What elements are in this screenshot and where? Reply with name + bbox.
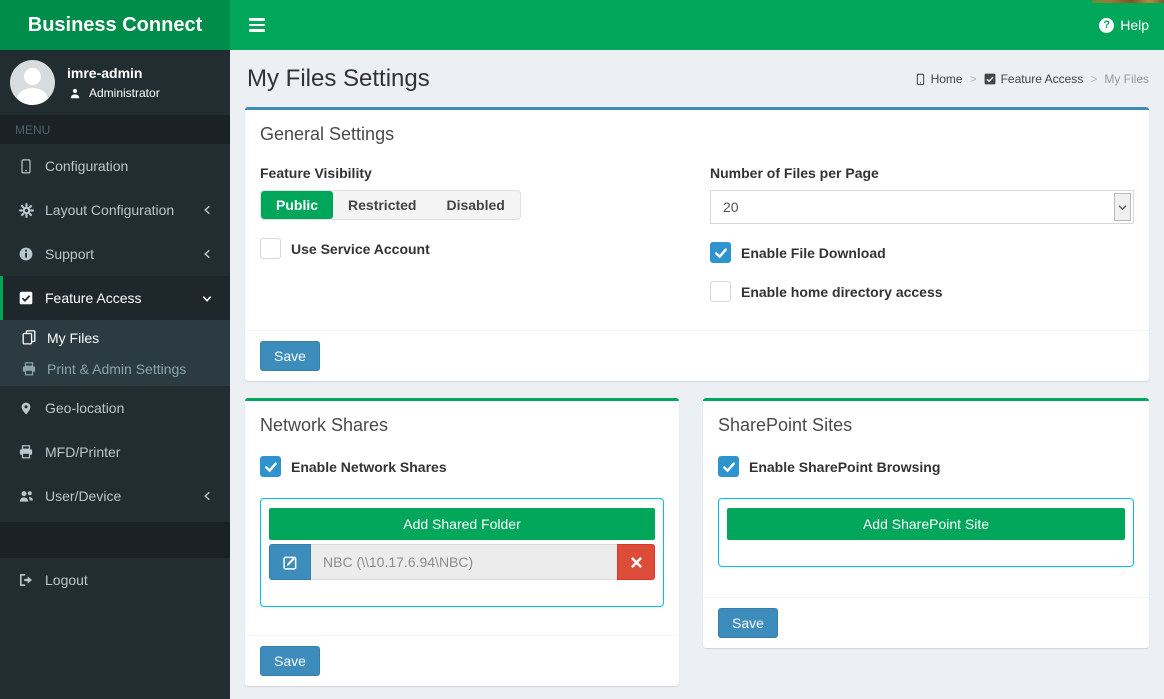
person-icon — [70, 88, 80, 99]
network-shares-title: Network Shares — [260, 415, 389, 435]
navbar: Help — [230, 0, 1164, 50]
files-per-page-select[interactable]: 20 — [710, 190, 1134, 224]
enable-network-shares-checkbox[interactable] — [260, 456, 281, 477]
breadcrumb-feature-access[interactable]: Feature Access — [984, 72, 1083, 86]
visibility-public-button[interactable]: Public — [261, 191, 334, 219]
top-navbar: Business Connect Help — [0, 0, 1164, 50]
shared-folder-row: NBC (\\10.17.6.94\NBC) — [269, 544, 655, 580]
check-icon — [264, 461, 277, 472]
sidebar-item-geo-location[interactable]: Geo-location — [0, 386, 230, 430]
enable-sharepoint-browsing-checkbox[interactable] — [718, 456, 739, 477]
files-per-page-value: 20 — [723, 199, 739, 215]
map-marker-icon — [18, 401, 34, 416]
page-title: My Files Settings — [247, 65, 430, 92]
sidebar-subitem-print-admin-settings[interactable]: Print & Admin Settings — [0, 353, 230, 384]
add-shared-folder-button[interactable]: Add Shared Folder — [269, 508, 655, 540]
user-role: Administrator — [67, 86, 160, 100]
enable-network-shares-label: Enable Network Shares — [291, 458, 447, 475]
delete-share-button[interactable] — [617, 544, 655, 580]
visibility-disabled-button[interactable]: Disabled — [431, 191, 519, 219]
desktop-wallpaper-sliver — [1092, 0, 1164, 3]
enable-file-download-label: Enable File Download — [741, 244, 886, 261]
x-icon — [630, 556, 642, 568]
user-name: imre-admin — [67, 64, 143, 81]
feature-visibility-button-group: Public Restricted Disabled — [260, 190, 521, 220]
shared-folders-box: Add Shared Folder NBC (\\10.17.6.94\NBC) — [260, 498, 664, 607]
gear-icon — [18, 202, 34, 218]
sharepoint-sites-box: Add SharePoint Site — [718, 498, 1134, 567]
sidebar-item-support[interactable]: Support — [0, 232, 230, 276]
breadcrumb-current: My Files — [1104, 72, 1149, 86]
edit-share-button[interactable] — [269, 544, 311, 580]
help-link[interactable]: Help — [1099, 17, 1149, 33]
check-square-icon — [18, 291, 34, 305]
sidebar-item-configuration[interactable]: Configuration — [0, 144, 230, 188]
enable-home-directory-checkbox[interactable] — [710, 281, 731, 302]
sidebar: imre-admin Administrator MENU Configurat… — [0, 50, 230, 699]
chevron-left-icon — [199, 204, 215, 216]
add-sharepoint-site-button[interactable]: Add SharePoint Site — [727, 508, 1125, 540]
help-label: Help — [1120, 17, 1149, 33]
enable-sharepoint-browsing-label: Enable SharePoint Browsing — [749, 458, 941, 475]
feature-visibility-label: Feature Visibility — [260, 165, 372, 181]
check-square-icon — [984, 73, 995, 85]
user-role-label: Administrator — [89, 86, 160, 101]
sign-out-icon — [18, 573, 34, 587]
sidebar-item-layout-configuration[interactable]: Layout Configuration — [0, 188, 230, 232]
use-service-account-checkbox[interactable] — [260, 238, 281, 259]
chevron-down-icon — [199, 293, 215, 304]
sidebar-item-logout[interactable]: Logout — [0, 558, 230, 602]
chevron-left-icon — [199, 248, 215, 260]
network-shares-save-button[interactable]: Save — [260, 646, 320, 676]
tablet-icon — [916, 73, 924, 85]
general-settings-save-button[interactable]: Save — [260, 341, 320, 371]
menu-header: MENU — [0, 115, 230, 144]
content-area: My Files Settings Home Feature Access My… — [230, 50, 1164, 699]
sharepoint-sites-title: SharePoint Sites — [718, 415, 853, 435]
sharepoint-sites-panel: SharePoint Sites Enable SharePoint Brows… — [703, 398, 1149, 648]
chevron-left-icon — [199, 490, 215, 502]
sharepoint-sites-save-button[interactable]: Save — [718, 608, 778, 638]
files-icon — [21, 330, 37, 345]
breadcrumb: Home Feature Access My Files — [915, 72, 1149, 86]
user-panel: imre-admin Administrator — [0, 50, 230, 115]
check-icon — [722, 461, 735, 472]
user-avatar — [10, 60, 55, 105]
select-chevron-icon — [1114, 193, 1131, 221]
visibility-restricted-button[interactable]: Restricted — [333, 191, 431, 219]
breadcrumb-separator — [1090, 72, 1097, 86]
feature-access-submenu: My Files Print & Admin Settings — [0, 320, 230, 386]
share-name-field[interactable]: NBC (\\10.17.6.94\NBC) — [311, 544, 617, 580]
network-shares-panel: Network Shares Enable Network Shares Add… — [245, 398, 679, 686]
use-service-account-label: Use Service Account — [291, 240, 430, 257]
sidebar-item-user-device[interactable]: User/Device — [0, 474, 230, 518]
enable-home-directory-label: Enable home directory access — [741, 283, 943, 300]
sidebar-separator — [0, 522, 230, 558]
breadcrumb-home[interactable]: Home — [915, 72, 963, 86]
users-icon — [18, 490, 34, 503]
sidebar-subitem-my-files[interactable]: My Files — [0, 322, 230, 353]
pencil-square-icon — [282, 556, 296, 570]
question-circle-icon — [1099, 17, 1115, 33]
general-settings-title: General Settings — [260, 124, 395, 144]
printer-icon — [18, 445, 34, 459]
brand-logo[interactable]: Business Connect — [0, 0, 230, 50]
breadcrumb-separator — [970, 72, 977, 86]
app-window: Business Connect Help imre-admin Adminis… — [0, 0, 1164, 699]
info-circle-icon — [18, 247, 34, 261]
sidebar-toggle-hamburger-icon[interactable] — [245, 12, 269, 38]
tablet-icon — [18, 158, 34, 174]
sidebar-item-feature-access[interactable]: Feature Access — [0, 276, 230, 320]
printer-icon — [21, 361, 37, 376]
enable-file-download-checkbox[interactable] — [710, 242, 731, 263]
check-icon — [714, 247, 727, 258]
general-settings-panel: General Settings Feature Visibility Publ… — [245, 107, 1149, 381]
files-per-page-label: Number of Files per Page — [710, 165, 879, 181]
sidebar-item-mfd-printer[interactable]: MFD/Printer — [0, 430, 230, 474]
